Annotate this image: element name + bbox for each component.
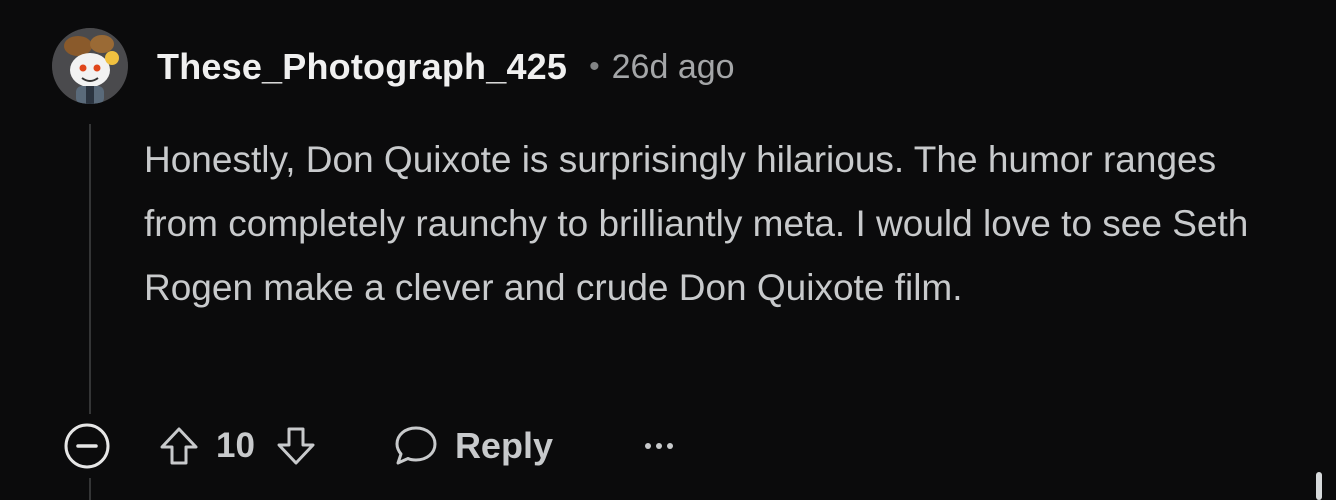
meta-separator: •	[589, 50, 600, 83]
ellipsis-icon	[666, 443, 673, 449]
reply-button[interactable]: Reply	[393, 424, 553, 468]
timestamp: 26d ago	[611, 47, 735, 86]
collapse-button[interactable]	[60, 419, 114, 473]
username[interactable]: These_Photograph_425	[157, 46, 567, 88]
scrollbar-thumb[interactable]	[1316, 472, 1322, 500]
snoo-avatar-icon	[52, 28, 128, 104]
speech-bubble-icon	[395, 426, 437, 465]
user-avatar[interactable]	[52, 28, 128, 104]
comment-actions: 10 Reply	[60, 414, 673, 478]
arrow-down-icon	[277, 427, 315, 465]
comment-text: Honestly, Don Quixote is surprisingly hi…	[144, 139, 1249, 308]
minus-circle-icon	[64, 423, 110, 469]
ellipsis-icon	[655, 443, 662, 449]
thread-line-continued[interactable]	[89, 478, 91, 500]
comment-body: Honestly, Don Quixote is surprisingly hi…	[144, 128, 1294, 320]
upvote-button[interactable]	[154, 421, 204, 471]
comment-header: These_Photograph_425 • 26d ago	[157, 42, 735, 92]
reply-label: Reply	[454, 425, 553, 466]
vote-score: 10	[216, 426, 255, 465]
ellipsis-icon	[644, 443, 651, 449]
more-options-button[interactable]	[644, 426, 673, 466]
arrow-up-icon	[160, 427, 198, 465]
thread-line[interactable]	[89, 124, 91, 414]
downvote-button[interactable]	[271, 421, 321, 471]
comment-card: These_Photograph_425 • 26d ago Honestly,…	[0, 0, 1336, 500]
vote-controls: 10	[154, 421, 321, 471]
